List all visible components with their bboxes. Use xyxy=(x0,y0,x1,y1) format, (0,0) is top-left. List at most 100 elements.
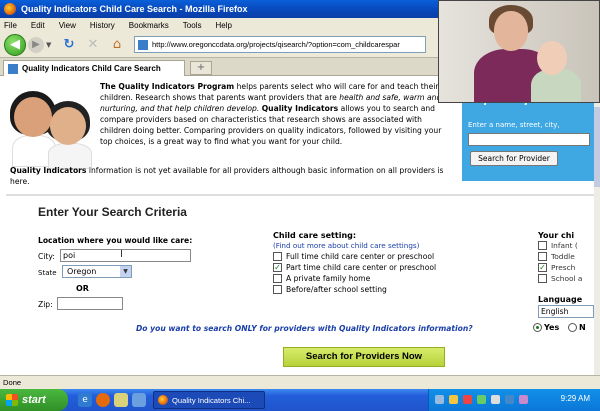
menu-edit[interactable]: Edit xyxy=(31,21,45,30)
availability-note: Quality Indicators information is not ye… xyxy=(10,165,450,187)
setting-option-part-time[interactable]: ✓ Part time child care center or prescho… xyxy=(273,263,436,272)
children-photo xyxy=(8,87,96,169)
page-scrollbar[interactable] xyxy=(594,77,600,375)
firefox-task-icon xyxy=(158,395,168,405)
setting-checkbox-checked[interactable]: ✓ xyxy=(273,263,282,272)
qi-no-label: N xyxy=(579,323,586,332)
back-button[interactable]: ◀ xyxy=(4,33,26,56)
setting-option-family-home[interactable]: A private family home xyxy=(273,274,370,283)
history-dropdown-icon[interactable]: ▼ xyxy=(46,41,54,49)
setting-info-link[interactable]: (Find out more about child care settings… xyxy=(273,241,419,250)
language-label: Language xyxy=(538,295,583,304)
webcam-overlay xyxy=(438,0,600,103)
search-criteria-title: Enter Your Search Criteria xyxy=(38,205,187,219)
scrollbar-thumb[interactable] xyxy=(594,107,600,187)
age-option-label: School a xyxy=(551,274,583,283)
setting-checkbox[interactable] xyxy=(273,252,282,261)
intro-paragraph: The Quality Indicators Program helps par… xyxy=(100,81,442,147)
tray-app-icon[interactable] xyxy=(505,395,514,404)
folder-icon[interactable] xyxy=(114,393,128,407)
provider-panel-label: Enter a name, street, city, xyxy=(468,121,560,129)
provider-search-input[interactable] xyxy=(468,133,590,146)
new-tab-button[interactable]: + xyxy=(190,61,212,75)
qi-yes-radio[interactable] xyxy=(533,323,542,332)
setting-option-label: A private family home xyxy=(286,274,371,283)
qi-yes-label: Yes xyxy=(544,323,560,332)
setting-checkbox[interactable] xyxy=(273,285,282,294)
age-option-toddler[interactable]: Toddle xyxy=(538,252,575,261)
menu-bookmarks[interactable]: Bookmarks xyxy=(129,21,169,30)
url-bar[interactable]: http://www.oregonccdata.org/projects/qis… xyxy=(134,36,426,53)
zip-label: Zip: xyxy=(38,300,53,309)
window-title: Quality Indicators Child Care Search - M… xyxy=(21,4,248,14)
state-label: State xyxy=(38,269,57,277)
tab-quality-indicators[interactable]: Quality Indicators Child Care Search xyxy=(3,60,185,76)
setting-label: Child care setting: xyxy=(273,231,357,240)
age-option-label: Infant ( xyxy=(551,241,578,250)
program-name: The Quality Indicators Program xyxy=(100,82,235,91)
section-divider xyxy=(6,194,594,196)
search-for-provider-button[interactable]: Search for Provider xyxy=(470,151,558,166)
menu-help[interactable]: Help xyxy=(215,21,231,30)
site-favicon-icon xyxy=(138,39,148,50)
intro-qi: Quality Indicators xyxy=(261,104,339,113)
search-for-providers-button[interactable]: Search for Providers Now xyxy=(283,347,445,367)
windows-logo-icon xyxy=(6,394,18,406)
age-option-label: Presch xyxy=(551,263,576,272)
city-label: City: xyxy=(38,252,55,261)
qi-yes-option[interactable]: Yes xyxy=(533,323,559,332)
age-checkbox[interactable] xyxy=(538,274,547,283)
qi-only-question: Do you want to search ONLY for providers… xyxy=(136,324,473,333)
taskbar-item-label: Quality Indicators Chi... xyxy=(172,395,251,405)
menu-history[interactable]: History xyxy=(90,21,115,30)
taskbar-clock: 9:29 AM xyxy=(560,394,590,403)
note-bold: Quality Indicators xyxy=(10,166,87,175)
start-label: start xyxy=(22,394,46,406)
age-option-infant[interactable]: Infant ( xyxy=(538,241,578,250)
setting-option-before-after[interactable]: Before/after school setting xyxy=(273,285,387,294)
stop-icon[interactable]: ✕ xyxy=(84,36,102,54)
age-option-school-age[interactable]: School a xyxy=(538,274,582,283)
menu-view[interactable]: View xyxy=(59,21,76,30)
text-cursor-icon: I xyxy=(120,249,123,260)
age-checkbox[interactable] xyxy=(538,252,547,261)
setting-checkbox[interactable] xyxy=(273,274,282,283)
tray-network-icon[interactable] xyxy=(435,395,444,404)
show-desktop-icon[interactable] xyxy=(132,393,146,407)
url-text: http://www.oregonccdata.org/projects/qis… xyxy=(152,40,400,49)
tray-status-icon[interactable] xyxy=(477,395,486,404)
system-tray: 9:29 AM xyxy=(428,389,600,411)
ie-icon[interactable]: e xyxy=(78,393,92,407)
reload-icon[interactable]: ↻ xyxy=(60,36,78,54)
tab-favicon-icon xyxy=(8,63,18,74)
setting-option-label: Before/after school setting xyxy=(286,285,387,294)
state-select[interactable]: Oregon ▼ xyxy=(62,265,132,278)
qi-no-radio[interactable] xyxy=(568,323,577,332)
menu-tools[interactable]: Tools xyxy=(183,21,202,30)
age-checkbox[interactable] xyxy=(538,241,547,250)
tray-security-icon[interactable] xyxy=(463,395,472,404)
tab-label: Quality Indicators Child Care Search xyxy=(22,64,161,73)
arrow-right-icon: ▶ xyxy=(32,39,40,50)
age-checkbox-checked[interactable]: ✓ xyxy=(538,263,547,272)
tray-alert-icon[interactable] xyxy=(449,395,458,404)
setting-option-full-time[interactable]: Full time child care center or preschool xyxy=(273,252,434,261)
tray-misc-icon[interactable] xyxy=(519,395,528,404)
child-age-label: Your chi xyxy=(538,231,575,240)
age-option-preschool[interactable]: ✓ Presch xyxy=(538,263,575,272)
tray-volume-icon[interactable] xyxy=(491,395,500,404)
age-option-label: Toddle xyxy=(551,252,575,261)
menu-file[interactable]: File xyxy=(4,21,17,30)
zip-input[interactable] xyxy=(57,297,123,310)
firefox-quicklaunch-icon[interactable] xyxy=(96,393,110,407)
language-select[interactable]: English xyxy=(538,305,594,318)
windows-taskbar: start e Quality Indicators Chi... 9:29 A… xyxy=(0,389,600,411)
taskbar-item-firefox[interactable]: Quality Indicators Chi... xyxy=(153,391,265,409)
start-button[interactable]: start xyxy=(0,389,68,411)
qi-no-option[interactable]: N xyxy=(568,323,586,332)
forward-button[interactable]: ▶ xyxy=(28,36,44,53)
or-label: OR xyxy=(76,284,89,293)
location-label: Location where you would like care: xyxy=(38,236,193,245)
status-text: Done xyxy=(3,378,22,387)
home-icon[interactable]: ⌂ xyxy=(108,36,126,54)
